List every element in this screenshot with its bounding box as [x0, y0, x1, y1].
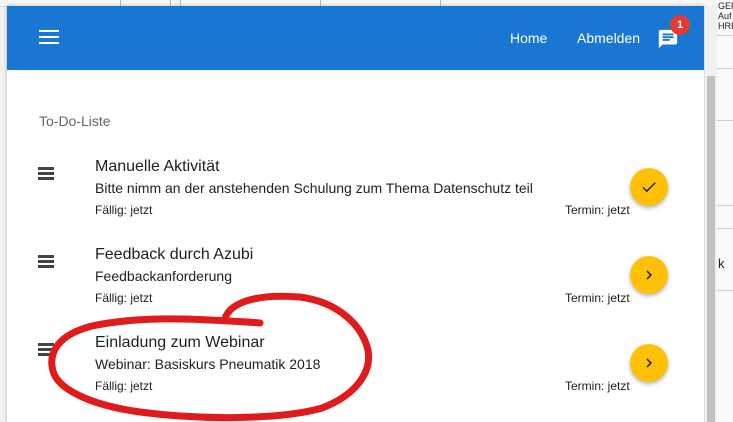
notification-badge: 1: [670, 15, 690, 35]
todo-item-termin: Termin: jetzt: [565, 203, 630, 217]
background-divider: [716, 205, 733, 206]
list-icon: [38, 167, 54, 181]
todo-item-subtitle: Feedbackanforderung: [95, 268, 232, 284]
todo-item-termin: Termin: jetzt: [565, 379, 630, 393]
todo-item-title: Einladung zum Webinar: [95, 334, 265, 351]
background-window-right: GER Auf HRE k: [716, 0, 733, 422]
background-snippet: Auf: [718, 11, 732, 21]
todo-item-title: Manuelle Aktivität: [95, 158, 220, 175]
background-divider: [716, 228, 733, 229]
background-divider: [716, 68, 733, 69]
background-divider: [716, 35, 733, 36]
background-snippet: HRE: [718, 21, 733, 31]
hamburger-menu-icon[interactable]: [39, 30, 59, 46]
todo-item: Manuelle Aktivität Bitte nimm an der ans…: [7, 146, 704, 232]
check-icon: [642, 182, 656, 193]
todo-item-due: Fällig: jetzt: [95, 203, 153, 217]
chevron-right-icon: [646, 358, 652, 368]
todo-item-due: Fällig: jetzt: [95, 291, 153, 305]
todo-item-subtitle: Bitte nimm an der anstehenden Schulung z…: [95, 180, 533, 196]
app-bar: Home Abmelden 1: [7, 6, 704, 70]
section-title: To-Do-Liste: [39, 113, 111, 129]
logout-link[interactable]: Abmelden: [577, 30, 640, 46]
background-snippet: k: [718, 257, 725, 271]
background-divider: [716, 120, 733, 121]
open-item-button[interactable]: [630, 256, 668, 294]
list-icon: [38, 343, 54, 357]
todo-item-due: Fällig: jetzt: [95, 379, 153, 393]
scrollbar-thumb[interactable]: [707, 76, 715, 422]
todo-item-termin: Termin: jetzt: [565, 291, 630, 305]
chevron-right-icon: [646, 270, 652, 280]
todo-item-subtitle: Webinar: Basiskurs Pneumatik 2018: [95, 356, 321, 372]
background-snippet: GER: [718, 1, 733, 11]
scrollbar[interactable]: [704, 6, 717, 422]
todo-item: Feedback durch Azubi Feedbackanforderung…: [7, 234, 704, 320]
background-divider: [716, 290, 733, 291]
open-item-button[interactable]: [630, 344, 668, 382]
todo-dialog: Home Abmelden 1 To-Do-Liste Manuelle Akt…: [7, 6, 704, 422]
complete-button[interactable]: [630, 168, 668, 206]
home-link[interactable]: Home: [510, 30, 547, 46]
todo-item: Einladung zum Webinar Webinar: Basiskurs…: [7, 322, 704, 408]
todo-item-title: Feedback durch Azubi: [95, 246, 254, 263]
list-icon: [38, 255, 54, 269]
